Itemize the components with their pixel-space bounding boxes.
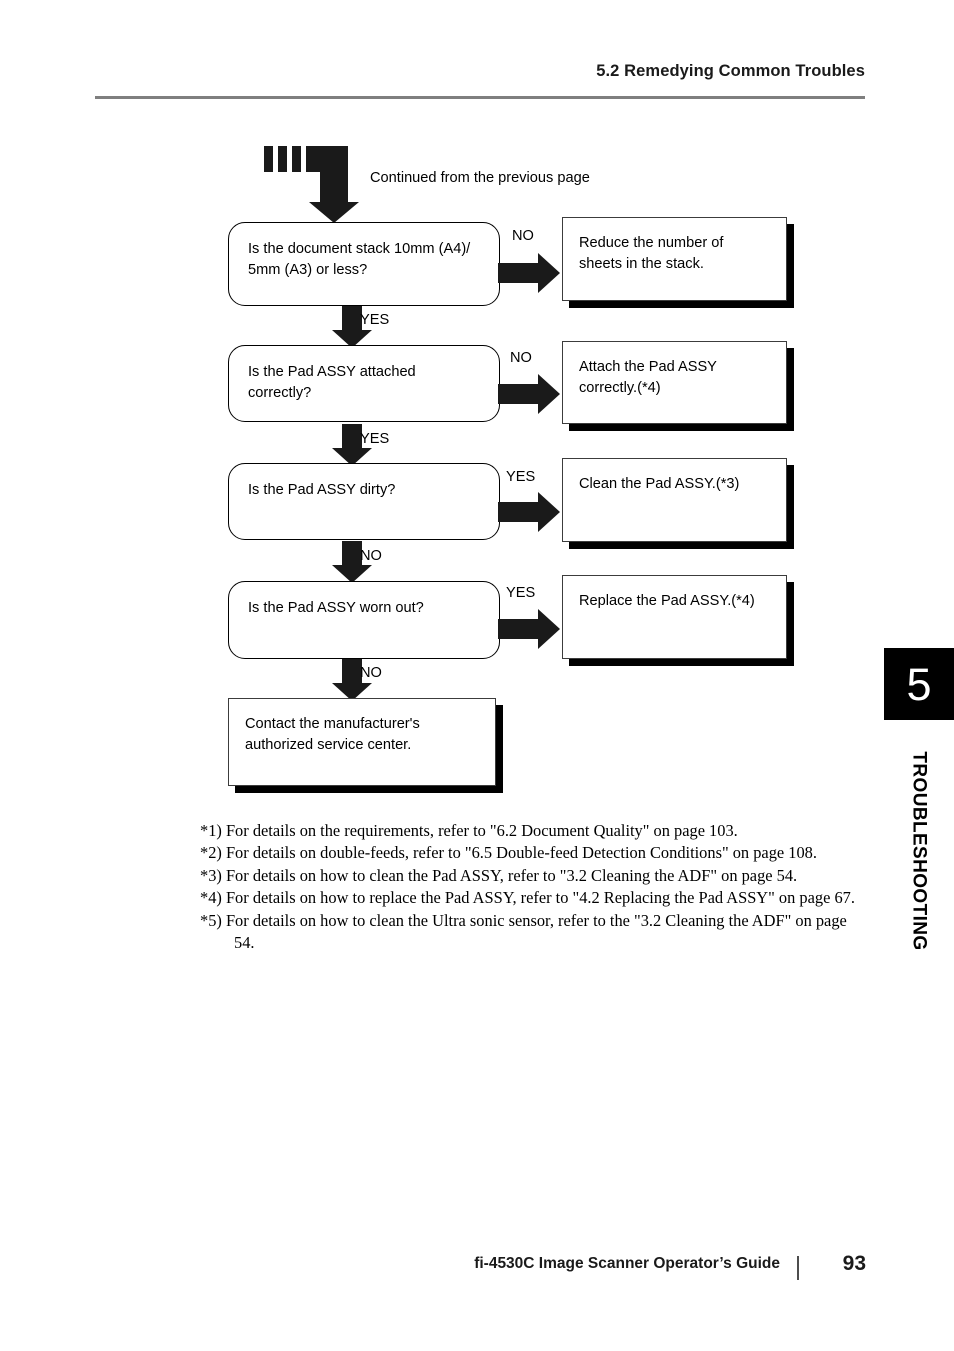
branch-arrow-right-step3 [498, 492, 560, 532]
decision-box-pad-dirty: Is the Pad ASSY dirty? [228, 463, 500, 540]
decision-text: Is the Pad ASSY dirty? [248, 482, 396, 498]
footer-page-number: 93 [842, 1252, 866, 1275]
action-box-clean-pad: Clean the Pad ASSY.(*3) [562, 458, 787, 542]
footnote-item: *5) For details on how to clean the Ultr… [200, 910, 847, 953]
footnotes-list: *1) For details on the requirements, ref… [200, 820, 865, 955]
branch-label-step1-side: NO [512, 228, 534, 244]
chapter-tab-label: TROUBLESHOOTING [909, 751, 931, 951]
footer-divider [797, 1256, 799, 1280]
decision-box-pad-attached: Is the Pad ASSY attached correctly? [228, 345, 500, 422]
branch-arrow-right-step1 [498, 253, 560, 293]
branch-arrow-right-step4 [498, 609, 560, 649]
footnote-item: *3) For details on how to clean the Pad … [200, 865, 798, 885]
action-text: Clean the Pad ASSY.(*3) [579, 476, 740, 492]
action-box-attach-pad: Attach the Pad ASSY correctly.(*4) [562, 341, 787, 424]
chapter-number: 5 [906, 658, 932, 710]
troubleshooting-flowchart: Continued from the previous page Is the … [0, 0, 954, 820]
decision-box-pad-worn: Is the Pad ASSY worn out? [228, 581, 500, 659]
decision-box-document-stack: Is the document stack 10mm (A4)/ 5mm (A3… [228, 222, 500, 306]
branch-label-step4-side: YES [506, 585, 536, 601]
branch-arrow-right-step2 [498, 374, 560, 414]
decision-text: Is the document stack 10mm (A4)/ 5mm (A3… [248, 241, 471, 278]
action-box-replace-pad: Replace the Pad ASSY.(*4) [562, 575, 787, 659]
branch-label-step4-down: NO [360, 665, 382, 681]
chapter-tab-label-container: TROUBLESHOOTING [884, 730, 954, 990]
action-text: Attach the Pad ASSY correctly.(*4) [579, 359, 717, 397]
continued-from-previous-page-label: Continued from the previous page [370, 170, 590, 186]
action-box-contact-service-center: Contact the manufacturer's authorized se… [228, 698, 496, 786]
action-box-reduce-sheets: Reduce the number of sheets in the stack… [562, 217, 787, 301]
branch-label-step2-down: YES [360, 431, 390, 447]
branch-label-step2-side: NO [510, 350, 532, 366]
action-text: Contact the manufacturer's authorized se… [245, 716, 420, 754]
branch-label-step3-down: NO [360, 548, 382, 564]
action-text: Replace the Pad ASSY.(*4) [579, 593, 755, 609]
footnote-item: *1) For details on the requirements, ref… [200, 821, 738, 840]
branch-label-step1-down: YES [360, 312, 390, 328]
footer-guide-title: fi-4530C Image Scanner Operator’s Guide [474, 1255, 780, 1272]
footnote-item: *2) For details on double-feeds, refer t… [200, 843, 817, 863]
decision-text: Is the Pad ASSY worn out? [248, 600, 424, 616]
footnote-item: *4) For details on how to replace the Pa… [200, 888, 855, 908]
continued-arrow-icon [264, 146, 359, 223]
page-footer: fi-4530C Image Scanner Operator’s Guide … [0, 1252, 954, 1285]
chapter-tab-marker: 5 [884, 648, 954, 720]
decision-text: Is the Pad ASSY attached correctly? [248, 364, 416, 401]
action-text: Reduce the number of sheets in the stack… [579, 235, 724, 273]
branch-label-step3-side: YES [506, 469, 536, 485]
